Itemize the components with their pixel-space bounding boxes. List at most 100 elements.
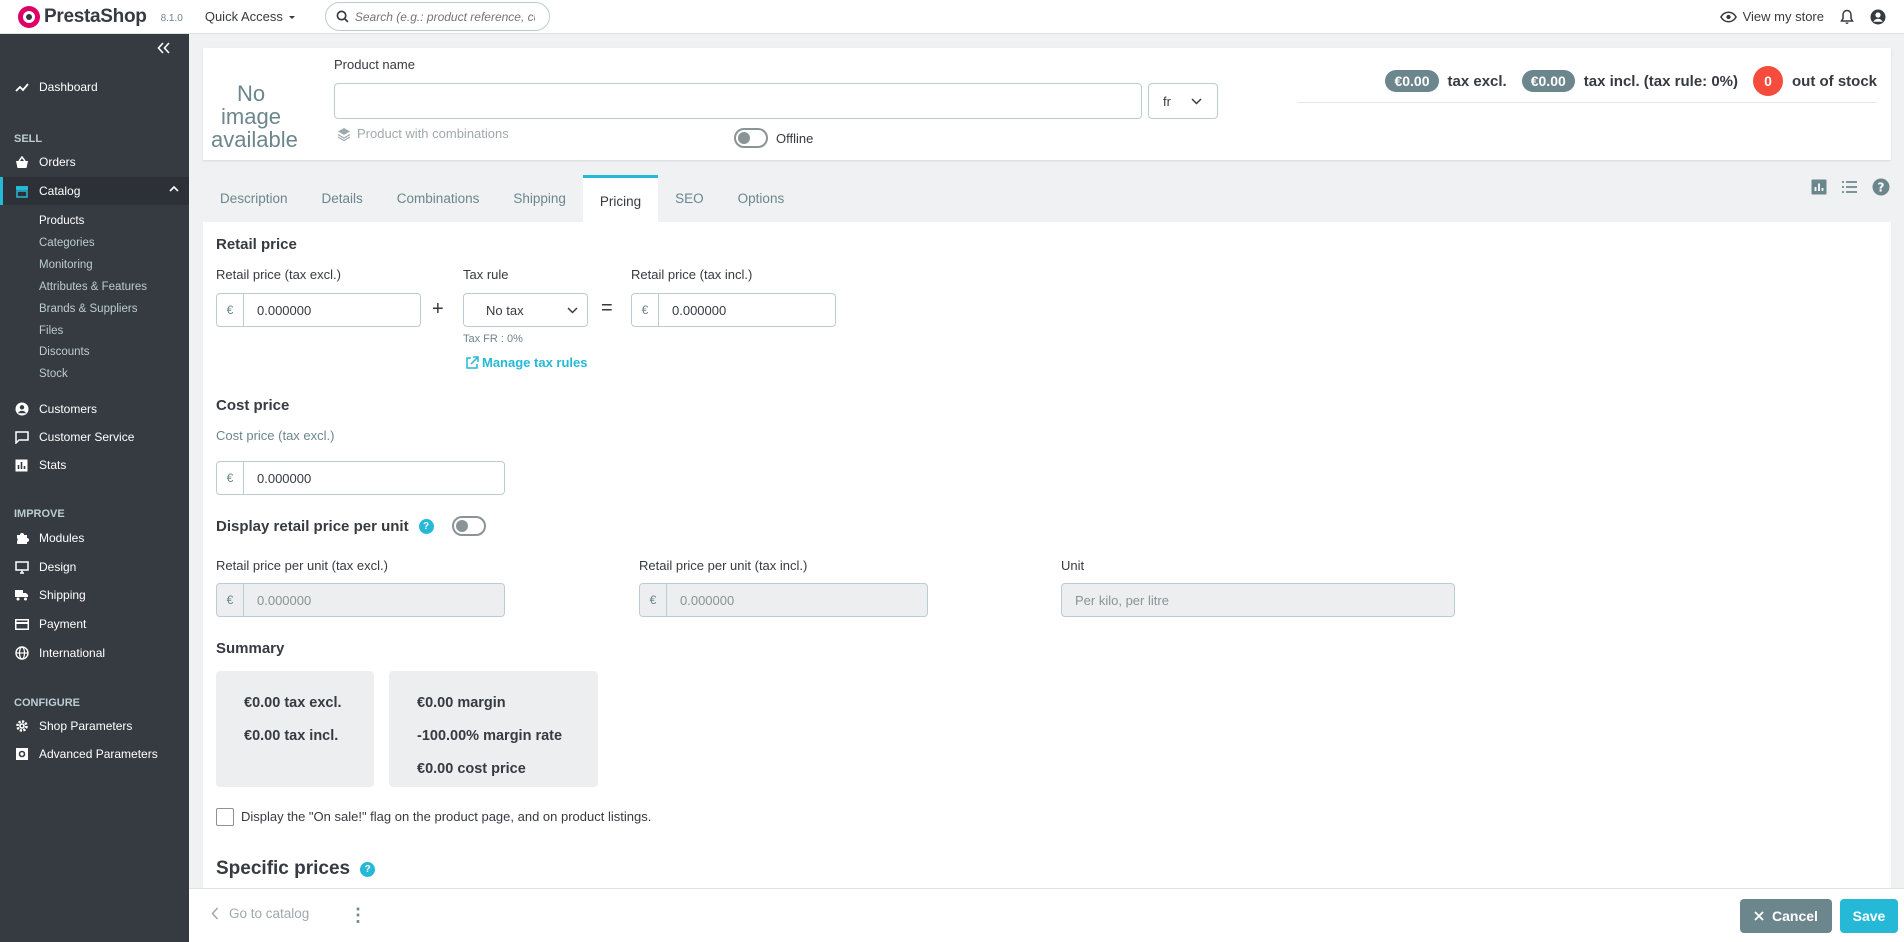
tab-shipping[interactable]: Shipping [496,175,583,222]
manage-tax-rules-link[interactable]: Manage tax rules [465,355,588,370]
caret-down-icon [287,12,297,22]
help-icon[interactable]: ? [1872,178,1890,196]
tab-description[interactable]: Description [203,175,305,222]
on-sale-checkbox[interactable] [216,808,234,826]
cost-price-input[interactable]: € 0.000000 [216,461,505,495]
more-options-icon[interactable]: ⋮ [349,903,367,927]
online-toggle[interactable] [734,128,768,148]
unit-incl-placeholder: 0.000000 [680,592,735,608]
sidebar-item-advanced-parameters[interactable]: Advanced Parameters [0,740,189,768]
stats-icon[interactable] [1811,179,1827,195]
equals-sign: = [601,297,613,319]
search-input[interactable] [354,9,535,24]
manage-tax-label: Manage tax rules [482,355,588,370]
sidebar-subitem-stock[interactable]: Stock [39,368,68,380]
sidebar-subitem-files[interactable]: Files [39,325,63,337]
unit-price-toggle[interactable] [451,516,486,536]
go-to-catalog-label: Go to catalog [229,906,310,921]
language-select[interactable]: fr [1148,83,1218,119]
product-with-combinations-option[interactable]: Product with combinations [337,126,509,141]
specific-prices-heading: Specific prices [216,858,351,879]
product-name-input[interactable] [334,83,1142,119]
go-to-catalog-link[interactable]: Go to catalog [211,906,309,921]
currency-prefix: € [217,584,244,616]
sidebar-item-customers[interactable]: Customers [0,395,189,423]
unit-excl-input[interactable]: € 0.000000 [216,583,505,617]
unit-incl-label: Retail price per unit (tax incl.) [639,558,808,573]
tab-seo[interactable]: SEO [658,175,721,222]
sidebar-item-stats[interactable]: Stats [0,451,189,479]
section-configure: CONFIGURE [14,697,80,709]
sidebar-item-dashboard[interactable]: Dashboard [0,73,189,101]
product-image-placeholder[interactable]: No image available [211,82,298,151]
sidebar-item-shipping[interactable]: Shipping [0,581,189,609]
online-status-switch[interactable]: Offline [734,128,813,148]
divider [1297,102,1877,103]
sidebar-subitem-attributes[interactable]: Attributes & Features [39,281,147,293]
help-icon[interactable]: ? [360,861,376,877]
sidebar-subitem-discounts[interactable]: Discounts [39,346,90,358]
sidebar-subitem-products[interactable]: Products [39,215,84,227]
brand-name: PrestaShop [44,5,147,27]
collapse-sidebar-icon[interactable] [157,42,171,54]
bar-chart-icon [14,458,29,473]
sidebar-item-shop-parameters[interactable]: Shop Parameters [0,712,189,740]
chevron-up-icon [169,185,179,193]
sidebar-item-label: Payment [39,617,87,631]
retail-incl-input[interactable]: € 0.000000 [631,293,836,327]
sidebar-subitem-brands[interactable]: Brands & Suppliers [39,303,137,315]
sidebar-subitem-monitoring[interactable]: Monitoring [39,259,93,271]
sidebar-item-international[interactable]: International [0,639,189,667]
unit-input[interactable]: Per kilo, per litre [1061,583,1455,617]
section-sell: SELL [14,133,43,145]
sidebar-item-label: Customers [39,402,98,416]
save-button[interactable]: Save [1840,899,1898,933]
unit-excl-placeholder: 0.000000 [257,592,312,608]
retail-excl-input[interactable]: € 0.000000 [216,293,421,327]
trending-up-icon [14,80,29,95]
cancel-button[interactable]: Cancel [1740,899,1832,933]
on-sale-label[interactable]: Display the "On sale!" flag on the produ… [241,809,651,824]
truck-icon [14,588,29,603]
quick-access-dropdown[interactable]: Quick Access [205,9,297,24]
tab-options[interactable]: Options [721,175,802,222]
footer-bar: Go to catalog ⋮ Cancel Save [189,888,1904,942]
cancel-label: Cancel [1772,908,1818,924]
sidebar-item-design[interactable]: Design [0,553,189,581]
product-tabs: Description Details Combinations Shippin… [203,175,801,222]
settings-box-icon [14,747,29,762]
credit-card-icon [14,617,29,632]
sidebar-item-customer-service[interactable]: Customer Service [0,423,189,451]
unit-price-heading: Display retail price per unit [216,517,409,535]
bell-icon[interactable] [1840,9,1854,25]
list-icon[interactable] [1841,180,1858,194]
search-bar[interactable] [324,2,550,31]
unit-incl-input[interactable]: € 0.000000 [639,583,928,617]
account-icon[interactable] [1870,9,1886,25]
help-icon[interactable]: ? [418,518,434,534]
price-summary: €0.00 tax excl. €0.00 tax incl. (tax rul… [1385,66,1877,96]
basket-icon [14,155,29,170]
chevron-left-icon [211,907,219,920]
sidebar-item-label: Shipping [39,588,86,602]
tab-pricing[interactable]: Pricing [582,175,659,222]
sidebar-item-orders[interactable]: Orders [0,148,189,176]
view-store-link[interactable]: View my store [1719,9,1824,24]
sidebar-subitem-categories[interactable]: Categories [39,237,95,249]
plus-sign: + [432,298,444,320]
store-icon [14,184,29,199]
chat-icon [14,430,29,445]
sidebar-item-modules[interactable]: Modules [0,524,189,552]
tab-combinations[interactable]: Combinations [380,175,497,222]
tab-details[interactable]: Details [305,175,380,222]
pricing-panel: Retail price Retail price (tax excl.) € … [203,222,1891,892]
retail-price-heading: Retail price [216,236,297,253]
prestashop-logo[interactable]: PrestaShop 8.1.0 [18,5,183,28]
summary-tax-excl: €0.00 tax excl. [244,695,342,711]
price-incl-label: tax incl. (tax rule: 0%) [1583,72,1738,90]
tax-rule-select[interactable]: No tax [463,293,588,327]
sidebar-item-payment[interactable]: Payment [0,610,189,638]
close-icon [1754,911,1764,921]
sidebar-item-catalog[interactable]: Catalog [0,177,189,205]
currency-prefix: € [217,462,244,494]
